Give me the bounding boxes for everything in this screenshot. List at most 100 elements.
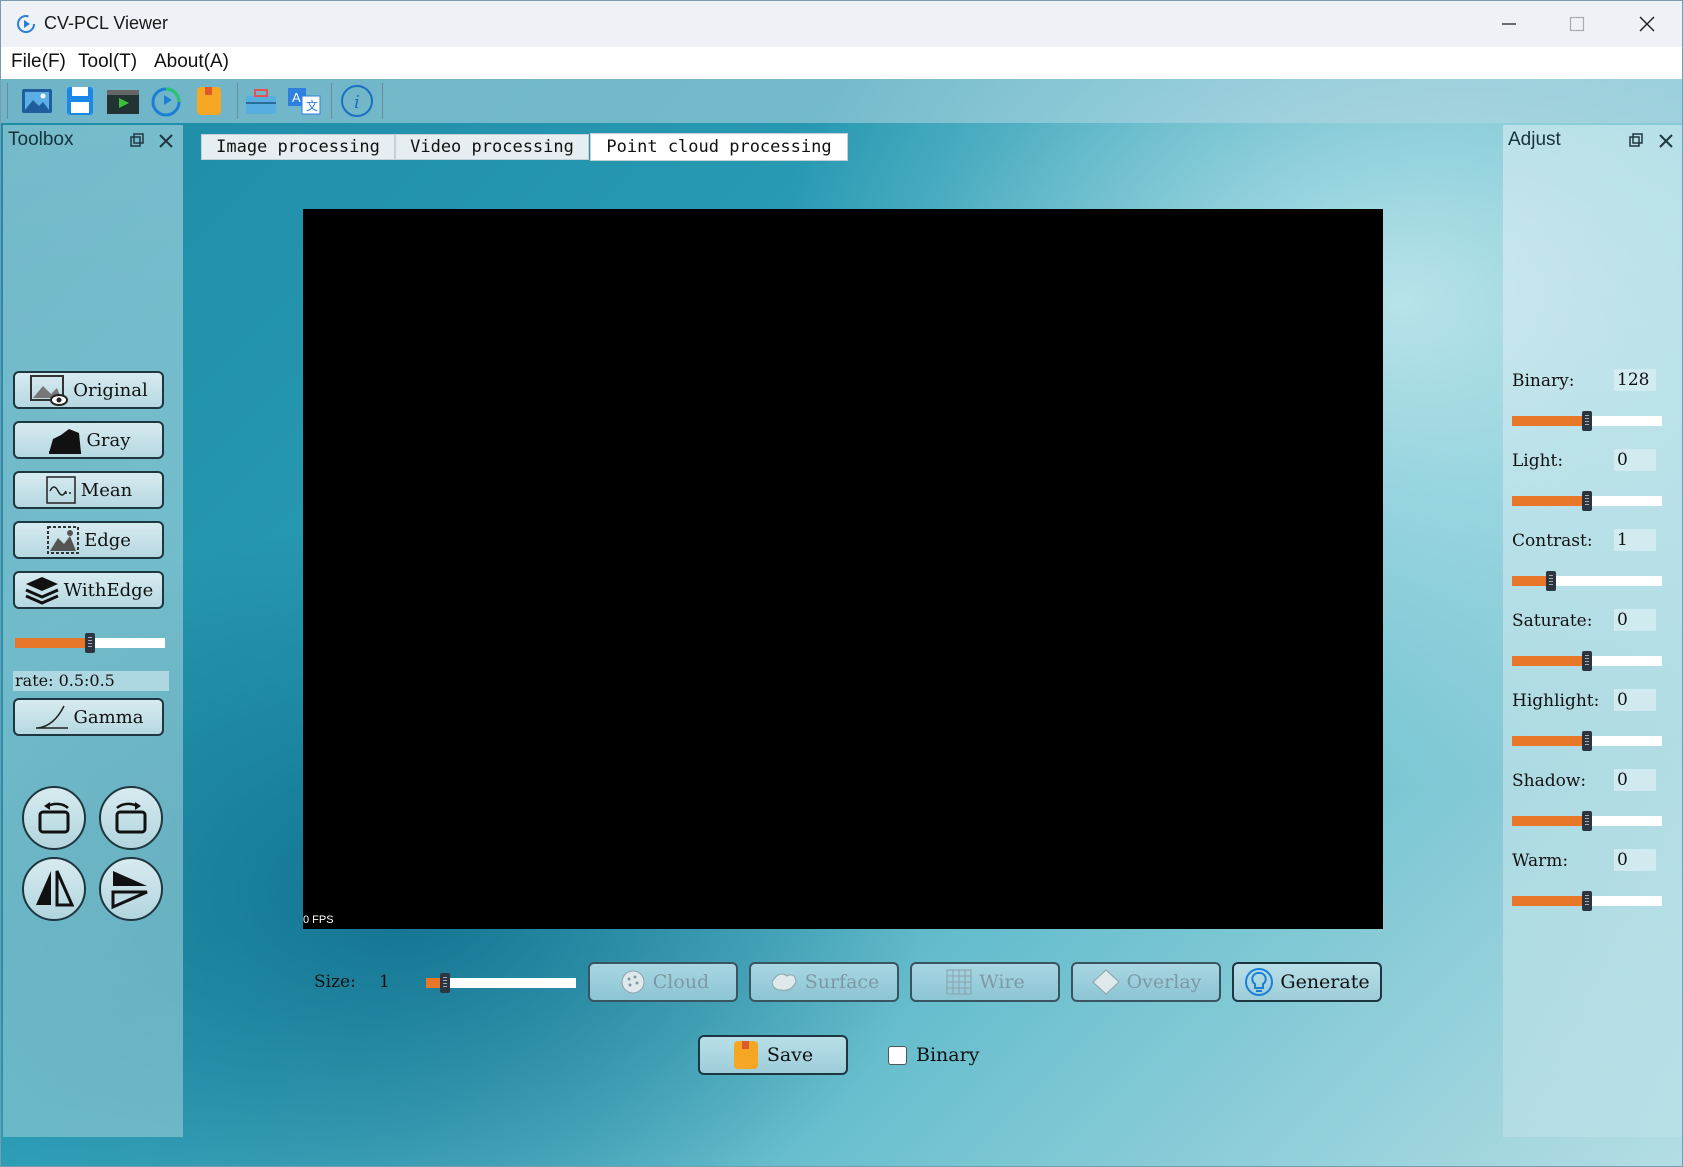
fps-counter: 0 FPS: [303, 914, 334, 926]
wire-button[interactable]: Wire: [910, 962, 1060, 1002]
mean-button[interactable]: Mean: [13, 471, 164, 509]
grayscale-icon: [48, 429, 81, 454]
saturate-adjust-label: Saturate:: [1512, 611, 1593, 631]
app-logo-icon: [17, 15, 35, 33]
saturate-adjust-value: 0: [1614, 609, 1656, 631]
maximize-icon: [1569, 16, 1585, 32]
original-label: Original: [73, 379, 148, 401]
edge-detect-icon: [47, 526, 80, 554]
light-adjust-slider[interactable]: [1512, 491, 1662, 511]
close-window-button[interactable]: [1615, 1, 1679, 47]
float-dock-icon[interactable]: [130, 133, 144, 147]
gamma-label: Gamma: [73, 706, 144, 728]
warm-adjust-label: Warm:: [1512, 851, 1569, 871]
warm-adjust-slider[interactable]: [1512, 891, 1662, 911]
flip-horizontal-button[interactable]: [22, 857, 86, 921]
contrast-adjust-value: 1: [1614, 529, 1656, 551]
edge-button[interactable]: Edge: [13, 521, 164, 559]
binary-adjust-slider[interactable]: [1512, 411, 1662, 431]
toolbox-title: Toolbox: [8, 129, 74, 150]
slider-fill: [1512, 896, 1587, 906]
binary-checkbox[interactable]: [888, 1046, 907, 1065]
withedge-label: WithEdge: [63, 579, 154, 601]
title-bar: CV-PCL Viewer: [1, 1, 1682, 47]
menu-about[interactable]: About(A): [154, 51, 229, 73]
close-icon: [1639, 16, 1655, 32]
slider-handle[interactable]: [1582, 651, 1592, 671]
rate-slider[interactable]: [15, 633, 165, 653]
generate-button[interactable]: Generate: [1232, 962, 1382, 1002]
withedge-button[interactable]: WithEdge: [13, 571, 164, 609]
rotate-right-button[interactable]: [99, 786, 163, 850]
menu-file[interactable]: File(F): [11, 51, 66, 73]
translate-icon[interactable]: A 文: [286, 84, 322, 118]
rotate-left-button[interactable]: [22, 786, 86, 850]
float-dock-icon[interactable]: [1629, 133, 1643, 147]
tab-video-processing[interactable]: Video processing: [395, 134, 589, 160]
minimize-button[interactable]: [1477, 1, 1541, 47]
maximize-button[interactable]: [1545, 1, 1609, 47]
slider-handle[interactable]: [1546, 571, 1556, 591]
svg-text:A: A: [292, 90, 301, 105]
highlight-adjust-slider[interactable]: [1512, 731, 1662, 751]
edge-label: Edge: [84, 529, 131, 551]
saturate-adjust-slider[interactable]: [1512, 651, 1662, 671]
original-button[interactable]: Original: [13, 371, 164, 409]
binary-checkbox-label[interactable]: Binary: [916, 1044, 979, 1066]
slider-handle[interactable]: [1582, 891, 1592, 911]
slider-handle[interactable]: [1582, 731, 1592, 751]
tab-image-processing[interactable]: Image processing: [201, 134, 395, 160]
overlay-button[interactable]: Overlay: [1071, 962, 1221, 1002]
size-slider[interactable]: [426, 973, 576, 993]
toolbox-icon[interactable]: [243, 84, 279, 118]
video-icon[interactable]: [105, 84, 141, 118]
slider-handle[interactable]: [85, 633, 95, 653]
mean-label: Mean: [80, 479, 133, 501]
info-icon[interactable]: i: [339, 84, 375, 118]
surface-button[interactable]: Surface: [749, 962, 899, 1002]
slider-handle[interactable]: [440, 973, 450, 993]
tab-point-cloud-processing[interactable]: Point cloud processing: [590, 133, 848, 161]
point-cloud-viewport[interactable]: [303, 209, 1383, 929]
gamma-button[interactable]: Gamma: [13, 698, 164, 736]
contrast-adjust-slider[interactable]: [1512, 571, 1662, 591]
save-label: Save: [766, 1044, 814, 1066]
overlay-icon: [1091, 969, 1120, 995]
flip-vertical-button[interactable]: [99, 857, 163, 921]
app-window: CV-PCL Viewer File(F) Tool(T) About(A) A…: [0, 0, 1683, 1167]
binary-adjust-label: Binary:: [1512, 371, 1575, 391]
slider-fill: [1512, 816, 1587, 826]
menu-bar: File(F) Tool(T) About(A): [1, 47, 1682, 79]
slider-handle[interactable]: [1582, 411, 1592, 431]
highlight-adjust-label: Highlight:: [1512, 691, 1600, 711]
size-value: 1: [379, 972, 390, 992]
image-view-icon: [30, 375, 69, 406]
overlay-label: Overlay: [1126, 971, 1202, 993]
toolbar: A 文 i: [1, 79, 1682, 123]
open-image-icon[interactable]: [19, 84, 55, 118]
highlight-adjust-value: 0: [1614, 689, 1656, 711]
wireframe-icon: [946, 969, 972, 995]
save-icon[interactable]: [62, 84, 98, 118]
minimize-icon: [1502, 23, 1516, 25]
slider-handle[interactable]: [1582, 811, 1592, 831]
refresh-icon[interactable]: [148, 84, 184, 118]
slider-handle[interactable]: [1582, 491, 1592, 511]
warm-adjust-value: 0: [1614, 849, 1656, 871]
toolbar-grip: [7, 83, 8, 119]
close-dock-icon[interactable]: [1658, 133, 1674, 149]
bookmark-icon[interactable]: [191, 84, 227, 118]
toolbar-separator: [237, 83, 238, 119]
close-dock-icon[interactable]: [158, 133, 174, 149]
cloud-label: Cloud: [652, 971, 710, 993]
save-button[interactable]: Save: [698, 1035, 848, 1075]
gray-button[interactable]: Gray: [13, 421, 164, 459]
menu-tool[interactable]: Tool(T): [78, 51, 137, 73]
shadow-adjust-slider[interactable]: [1512, 811, 1662, 831]
light-adjust-label: Light:: [1512, 451, 1564, 471]
shadow-adjust-label: Shadow:: [1512, 771, 1587, 791]
cloud-button[interactable]: Cloud: [588, 962, 738, 1002]
gray-label: Gray: [86, 429, 131, 451]
size-label: Size:: [314, 972, 356, 992]
gamma-curve-icon: [35, 705, 68, 729]
